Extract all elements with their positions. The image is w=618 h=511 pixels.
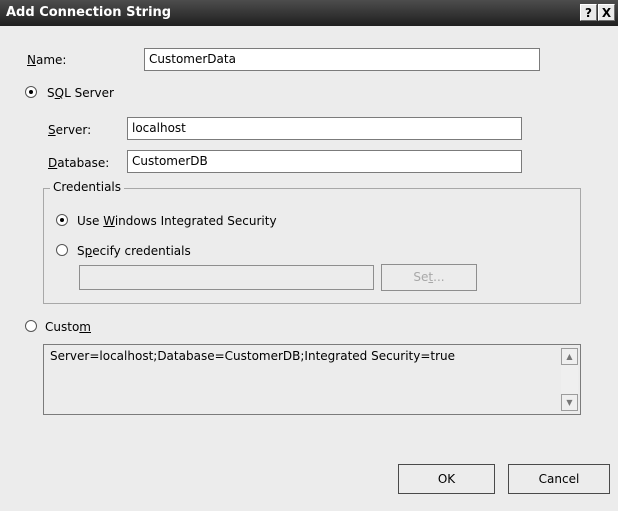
- windows-security-label[interactable]: Use Windows Integrated Security: [77, 214, 277, 228]
- close-button[interactable]: X: [598, 4, 615, 21]
- add-connection-string-dialog: Add Connection String ? X Name: Customer…: [0, 0, 618, 511]
- dialog-title: Add Connection String: [6, 5, 172, 20]
- textarea-scrollbar[interactable]: ▲ ▼: [561, 348, 578, 411]
- name-input[interactable]: CustomerData: [144, 48, 540, 71]
- ok-button[interactable]: OK: [398, 464, 495, 494]
- connection-string-text: Server=localhost;Database=CustomerDB;Int…: [50, 349, 456, 363]
- close-icon: X: [601, 6, 612, 20]
- scroll-up-icon[interactable]: ▲: [561, 348, 578, 365]
- windows-security-radio[interactable]: [56, 214, 68, 226]
- title-bar[interactable]: Add Connection String ? X: [0, 0, 618, 26]
- set-button[interactable]: Set...: [381, 264, 477, 291]
- custom-connection-string-textarea[interactable]: Server=localhost;Database=CustomerDB;Int…: [43, 344, 581, 415]
- radio-selected-dot: [29, 90, 33, 94]
- scroll-down-icon[interactable]: ▼: [561, 394, 578, 411]
- custom-radio[interactable]: [25, 320, 37, 332]
- credentials-display-field: [79, 265, 374, 290]
- specify-credentials-radio[interactable]: [56, 244, 68, 256]
- radio-selected-dot: [60, 218, 64, 222]
- specify-credentials-label[interactable]: Specify credentials: [77, 244, 191, 258]
- credentials-legend: Credentials: [50, 180, 125, 194]
- help-button[interactable]: ?: [580, 4, 597, 21]
- server-input[interactable]: localhost: [127, 117, 522, 140]
- database-label: Database:: [48, 156, 110, 170]
- cancel-button[interactable]: Cancel: [508, 464, 610, 494]
- database-input[interactable]: CustomerDB: [127, 150, 522, 173]
- custom-label[interactable]: Custom: [45, 320, 91, 334]
- name-label: Name:: [27, 53, 67, 67]
- sql-server-radio[interactable]: [25, 86, 37, 98]
- server-label: Server:: [48, 123, 92, 137]
- sql-server-label[interactable]: SQL Server: [47, 86, 114, 100]
- help-icon: ?: [585, 6, 592, 20]
